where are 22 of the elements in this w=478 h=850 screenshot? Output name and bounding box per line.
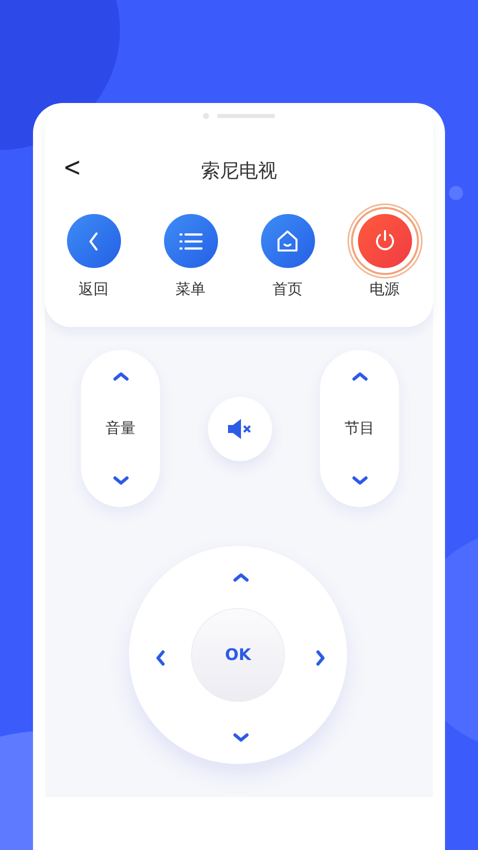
house-icon — [277, 230, 298, 252]
back-button[interactable]: < — [59, 156, 86, 182]
chevron-down-icon — [112, 474, 128, 487]
chevron-down-icon — [352, 474, 368, 487]
chevron-down-icon — [233, 731, 249, 744]
back-button[interactable]: 返回 — [45, 214, 142, 297]
mute-icon — [227, 418, 253, 438]
chevron-left-icon — [89, 232, 98, 250]
handle-icon — [203, 113, 275, 119]
menu-icon — [178, 232, 202, 250]
chevron-up-icon — [233, 571, 249, 584]
page-title: 索尼电视 — [201, 162, 277, 181]
home-button[interactable]: 首页 — [239, 214, 336, 297]
power-button[interactable]: 电源 — [336, 214, 433, 297]
power-icon — [376, 230, 394, 252]
chevron-up-icon — [352, 370, 368, 383]
channel-label: 节目 — [344, 421, 374, 436]
volume-label: 音量 — [106, 421, 136, 436]
ok-button[interactable]: OK — [191, 608, 285, 702]
background-dot — [449, 186, 463, 200]
menu-button[interactable]: 菜单 — [142, 214, 239, 297]
chevron-up-icon — [112, 370, 128, 383]
